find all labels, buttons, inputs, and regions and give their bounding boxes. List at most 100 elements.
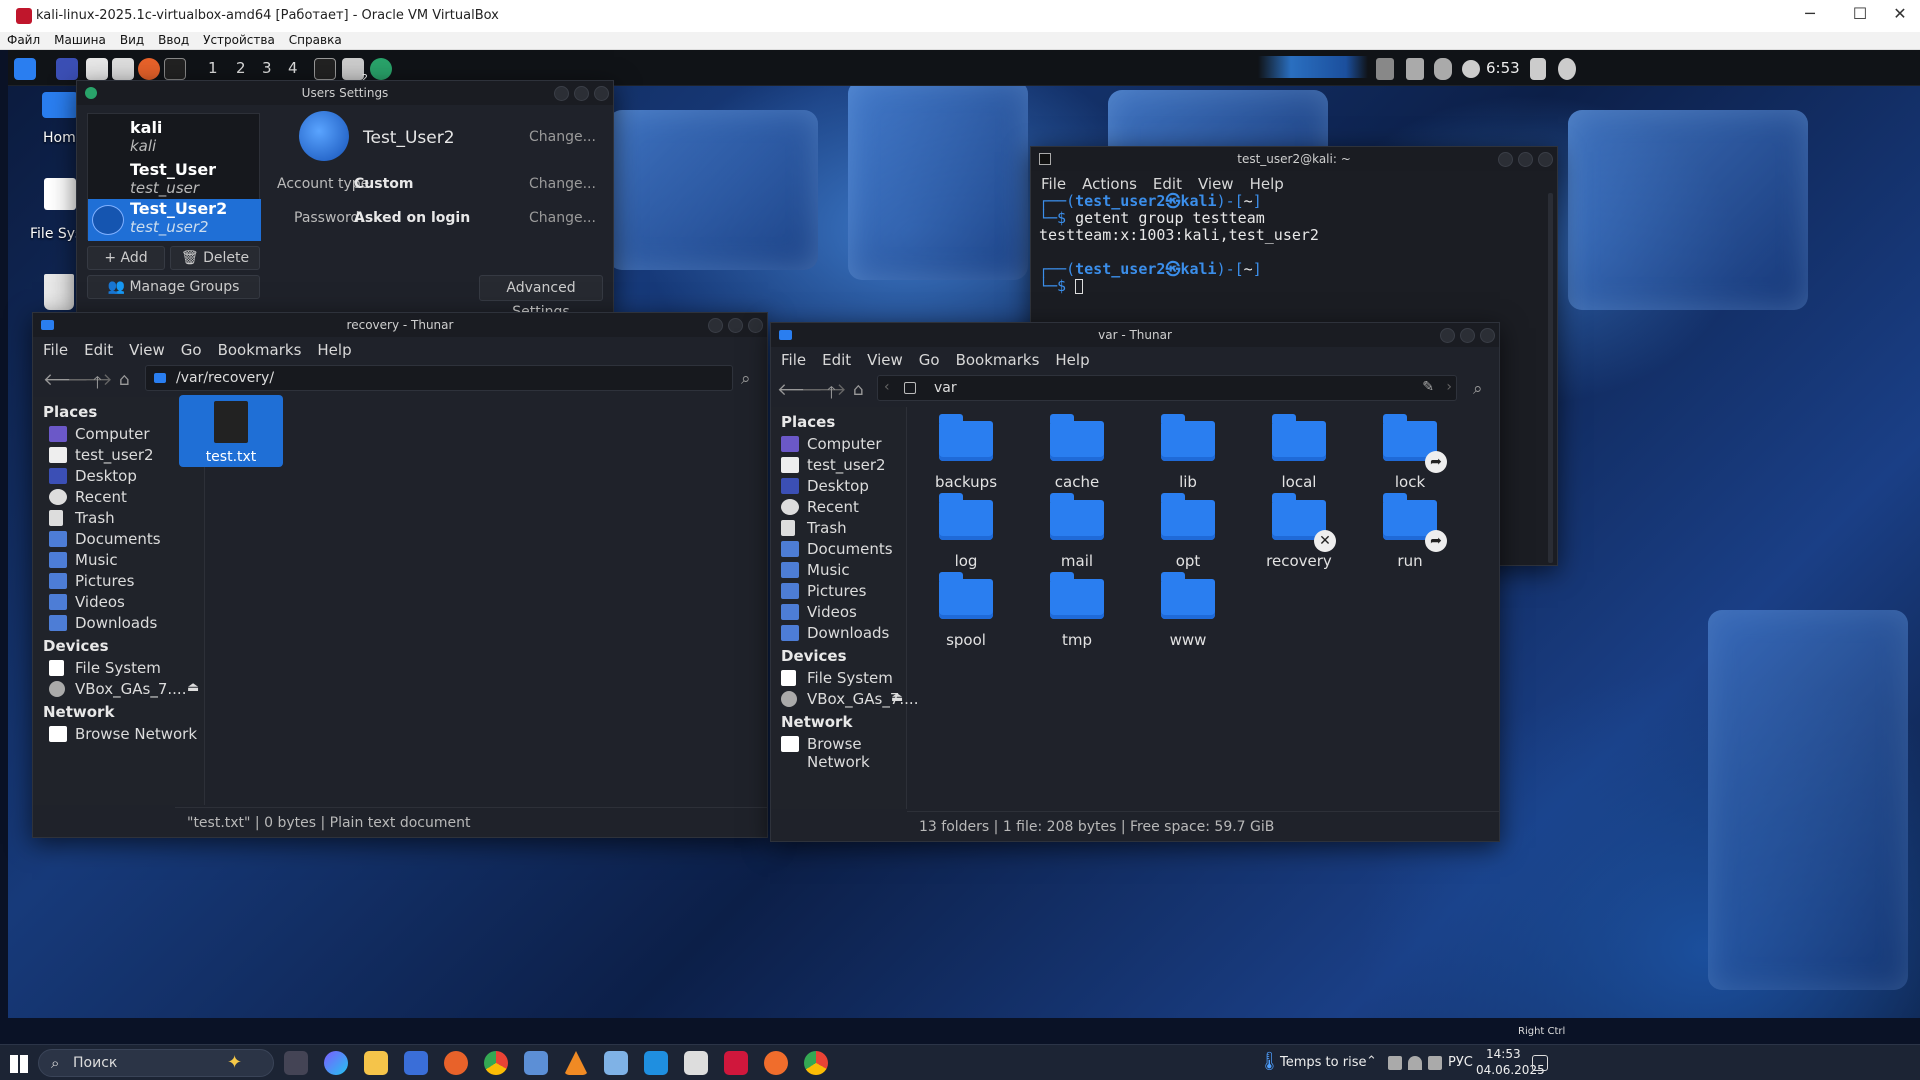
menu-bookmarks[interactable]: Bookmarks: [948, 347, 1048, 373]
terminal-icon[interactable]: [164, 58, 186, 80]
vbox-menu-view[interactable]: Вид: [113, 32, 151, 48]
firefox-icon[interactable]: [138, 58, 160, 80]
forward-icon[interactable]: 🡒: [67, 370, 113, 390]
thunar-var-titlebar[interactable]: var - Thunar: [771, 323, 1499, 347]
close-button[interactable]: [1480, 328, 1495, 343]
folder-item-recovery[interactable]: ✕ recovery: [1244, 493, 1354, 570]
show-desktop-icon[interactable]: [56, 58, 78, 80]
task-view-icon[interactable]: [284, 1051, 308, 1075]
minimize-button[interactable]: [1440, 328, 1455, 343]
sidebar-item-home[interactable]: test_user2: [49, 446, 154, 464]
menu-file[interactable]: File: [35, 337, 76, 363]
sidebar-item-trash[interactable]: Trash: [49, 509, 115, 527]
home-icon[interactable]: ⌂: [119, 370, 130, 390]
folder-item-tmp[interactable]: tmp: [1022, 572, 1132, 649]
store-icon[interactable]: [404, 1051, 428, 1075]
sidebar-item-browse-network[interactable]: Browse Network: [781, 735, 906, 771]
sidebar-item-pictures[interactable]: Pictures: [781, 582, 866, 600]
folder-item-spool[interactable]: spool: [911, 572, 1021, 649]
taskbar-time[interactable]: 14:53: [1486, 1047, 1521, 1061]
menu-go[interactable]: Go: [911, 347, 948, 373]
menu-view[interactable]: View: [859, 347, 911, 373]
terminal-titlebar[interactable]: test_user2@kali: ~: [1031, 147, 1557, 171]
desktop-filesystem-label[interactable]: File System: [30, 226, 76, 242]
sidebar-item-trash[interactable]: Trash: [781, 519, 847, 537]
vbox-menu-machine[interactable]: Машина: [47, 32, 113, 48]
firefox-taskbar-icon[interactable]: [444, 1051, 468, 1075]
sidebar-item-computer[interactable]: Computer: [49, 425, 150, 443]
sidebar-item-music[interactable]: Music: [781, 561, 850, 579]
taskbar-search-box[interactable]: ⌕ Поиск ✦: [38, 1049, 274, 1077]
eject-icon[interactable]: ⏏: [187, 680, 199, 695]
chrome-icon[interactable]: [484, 1051, 508, 1075]
tray-chevron-icon[interactable]: ⌃: [1366, 1054, 1377, 1069]
sidebar-item-videos[interactable]: Videos: [781, 603, 857, 621]
weather-text[interactable]: Temps to rise: [1280, 1055, 1366, 1070]
sidebar-item-desktop[interactable]: Desktop: [781, 477, 869, 495]
close-button[interactable]: [1538, 152, 1553, 167]
sidebar-item-filesystem[interactable]: File System: [781, 669, 893, 687]
sidebar-item-documents[interactable]: Documents: [781, 540, 893, 558]
sidebar-item-downloads[interactable]: Downloads: [49, 614, 157, 632]
change-name-link[interactable]: Change...: [529, 129, 596, 145]
trash-desktop-icon[interactable]: [44, 274, 74, 310]
minimize-button[interactable]: [554, 86, 569, 101]
postman-icon[interactable]: [764, 1051, 788, 1075]
explorer-icon[interactable]: [364, 1051, 388, 1075]
folder-item-backups[interactable]: backups: [911, 414, 1021, 491]
home-folder-icon[interactable]: [42, 92, 78, 118]
tray-device-icon[interactable]: [1388, 1056, 1402, 1070]
path-segment-var[interactable]: var: [934, 380, 957, 396]
language-indicator[interactable]: РУС: [1448, 1055, 1473, 1070]
up-icon[interactable]: 🡑: [827, 380, 836, 409]
search-icon[interactable]: ⌕: [741, 369, 751, 389]
folder-item-run[interactable]: ➦ run: [1355, 493, 1465, 570]
menu-file[interactable]: File: [773, 347, 814, 373]
panel-clock[interactable]: 6:53: [1486, 59, 1520, 77]
path-prev-icon[interactable]: ‹: [884, 379, 890, 395]
file-manager-icon[interactable]: [86, 58, 108, 80]
menu-edit[interactable]: Edit: [814, 347, 859, 373]
users-titlebar[interactable]: Users Settings: [77, 81, 613, 105]
sidebar-item-pictures[interactable]: Pictures: [49, 572, 134, 590]
menu-go[interactable]: Go: [173, 337, 210, 363]
sidebar-item-music[interactable]: Music: [49, 551, 118, 569]
notepad-icon[interactable]: [604, 1051, 628, 1075]
maximize-button[interactable]: [728, 318, 743, 333]
sidebar-item-downloads[interactable]: Downloads: [781, 624, 889, 642]
chrome-profile-icon[interactable]: [804, 1051, 828, 1075]
forward-icon[interactable]: 🡒: [801, 380, 847, 400]
sidebar-item-documents[interactable]: Documents: [49, 530, 161, 548]
vlc-icon[interactable]: [564, 1051, 588, 1075]
display-icon[interactable]: [1376, 58, 1394, 80]
sidebar-item-recent[interactable]: Recent: [49, 488, 127, 506]
workspace-1[interactable]: 1: [208, 59, 218, 82]
selected-user-avatar[interactable]: [299, 111, 349, 161]
file-item-test-txt[interactable]: test.txt: [179, 395, 283, 467]
delete-user-button[interactable]: 🗑 Delete: [170, 246, 260, 270]
minimize-icon[interactable]: ─: [1790, 4, 1830, 28]
filesystem-drive-icon[interactable]: [44, 178, 76, 210]
folder-item-cache[interactable]: cache: [1022, 414, 1132, 491]
thunar-recovery-titlebar[interactable]: recovery - Thunar: [33, 313, 767, 337]
change-password-link[interactable]: Change...: [529, 210, 596, 226]
vscode-icon[interactable]: [644, 1051, 668, 1075]
folder-item-log[interactable]: log: [911, 493, 1021, 570]
folder-item-opt[interactable]: opt: [1133, 493, 1243, 570]
kali-menu-icon[interactable]: [14, 58, 36, 80]
edit-path-icon[interactable]: ✎: [1422, 379, 1434, 395]
user-row-test-user[interactable]: Test_User test_user: [88, 160, 261, 202]
sidebar-item-recent[interactable]: Recent: [781, 498, 859, 516]
thunar-task-icon[interactable]: 2: [342, 58, 368, 84]
notifications-icon[interactable]: [1434, 58, 1452, 80]
workspace-2[interactable]: 2: [236, 59, 246, 77]
logout-icon[interactable]: [1558, 58, 1576, 80]
eject-icon[interactable]: ⏏: [891, 690, 903, 705]
path-next-icon[interactable]: ›: [1446, 379, 1452, 395]
menu-edit[interactable]: Edit: [76, 337, 121, 363]
close-icon[interactable]: ✕: [1880, 4, 1920, 28]
up-icon[interactable]: 🡑: [93, 370, 102, 399]
notification-center-icon[interactable]: [1532, 1055, 1548, 1071]
volume-icon[interactable]: [1406, 58, 1424, 80]
maximize-icon[interactable]: ☐: [1840, 4, 1880, 28]
